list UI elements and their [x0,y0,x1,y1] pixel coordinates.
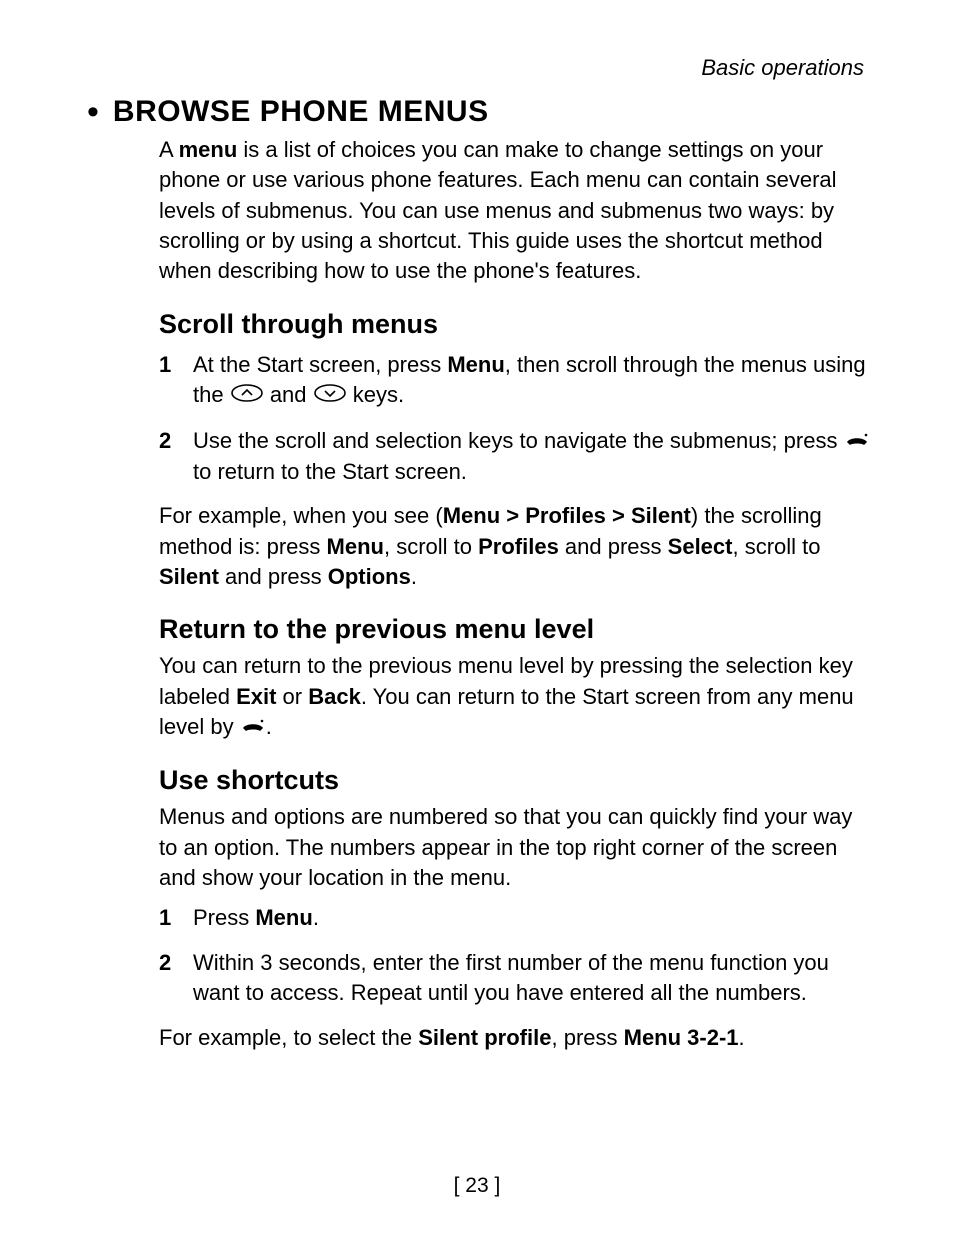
text: . [313,905,319,930]
text: Press [193,905,255,930]
text: For example, to select the [159,1025,418,1050]
text: , scroll to [732,534,820,559]
end-call-icon [844,427,870,457]
text: and press [559,534,668,559]
shortcut-steps: 1 Press Menu. 2 Within 3 seconds, enter … [159,903,874,1008]
list-item: 1 Press Menu. [159,903,874,933]
softkey-select: Select [668,534,733,559]
text: and press [219,564,328,589]
manual-page: Basic operations • BROWSE PHONE MENUS A … [0,0,954,1248]
shortcuts-example: For example, to select the Silent profil… [159,1023,874,1053]
text: A [159,137,179,162]
bullet-icon: • [87,95,99,129]
end-call-icon [240,713,266,743]
return-paragraph: You can return to the previous menu leve… [159,651,874,743]
intro-paragraph: A menu is a list of choices you can make… [159,135,874,287]
subheading-return: Return to the previous menu level [159,614,874,645]
menu-silent: Silent [159,564,219,589]
text: Use the scroll and selection keys to nav… [193,428,844,453]
text: . [411,564,417,589]
softkey-menu: Menu [255,905,312,930]
list-item: 1 At the Start screen, press Menu, then … [159,350,874,412]
softkey-options: Options [328,564,411,589]
text: , scroll to [384,534,478,559]
step-number: 1 [159,903,193,933]
text: keys. [347,382,404,407]
section-title-row: • BROWSE PHONE MENUS [87,95,874,129]
text: . [266,714,272,739]
subheading-shortcuts: Use shortcuts [159,765,874,796]
step-text: Use the scroll and selection keys to nav… [193,426,874,488]
menu-profiles: Profiles [478,534,559,559]
text: is a list of choices you can make to cha… [159,137,837,283]
step-text: Press Menu. [193,903,874,933]
down-key-icon [313,381,347,411]
softkey-back: Back [308,684,361,709]
softkey-menu: Menu [447,352,504,377]
subheading-scroll: Scroll through menus [159,309,874,340]
text: , press [551,1025,623,1050]
menu-path: Menu > Profiles > Silent [443,503,691,528]
softkey-menu: Menu [327,534,384,559]
text: or [276,684,308,709]
scroll-example: For example, when you see (Menu > Profil… [159,501,874,592]
shortcuts-intro: Menus and options are numbered so that y… [159,802,874,893]
text: At the Start screen, press [193,352,447,377]
list-item: 2 Within 3 seconds, enter the first numb… [159,948,874,1009]
step-number: 1 [159,350,193,412]
text: . [739,1025,745,1050]
step-text: Within 3 seconds, enter the first number… [193,948,874,1009]
step-text: At the Start screen, press Menu, then sc… [193,350,874,412]
step-number: 2 [159,426,193,488]
step-number: 2 [159,948,193,1009]
text: to return to the Start screen. [193,459,467,484]
list-item: 2 Use the scroll and selection keys to n… [159,426,874,488]
softkey-exit: Exit [236,684,276,709]
term-menu: menu [179,137,238,162]
page-content: • BROWSE PHONE MENUS A menu is a list of… [115,95,874,1053]
term-silent-profile: Silent profile [418,1025,551,1050]
section-title: BROWSE PHONE MENUS [113,95,489,129]
page-number: [ 23 ] [0,1174,954,1198]
shortcut-code: Menu 3-2-1 [624,1025,739,1050]
up-key-icon [230,381,264,411]
text: For example, when you see ( [159,503,443,528]
scroll-steps: 1 At the Start screen, press Menu, then … [159,350,874,487]
running-header: Basic operations [701,55,864,81]
text: and [264,382,313,407]
